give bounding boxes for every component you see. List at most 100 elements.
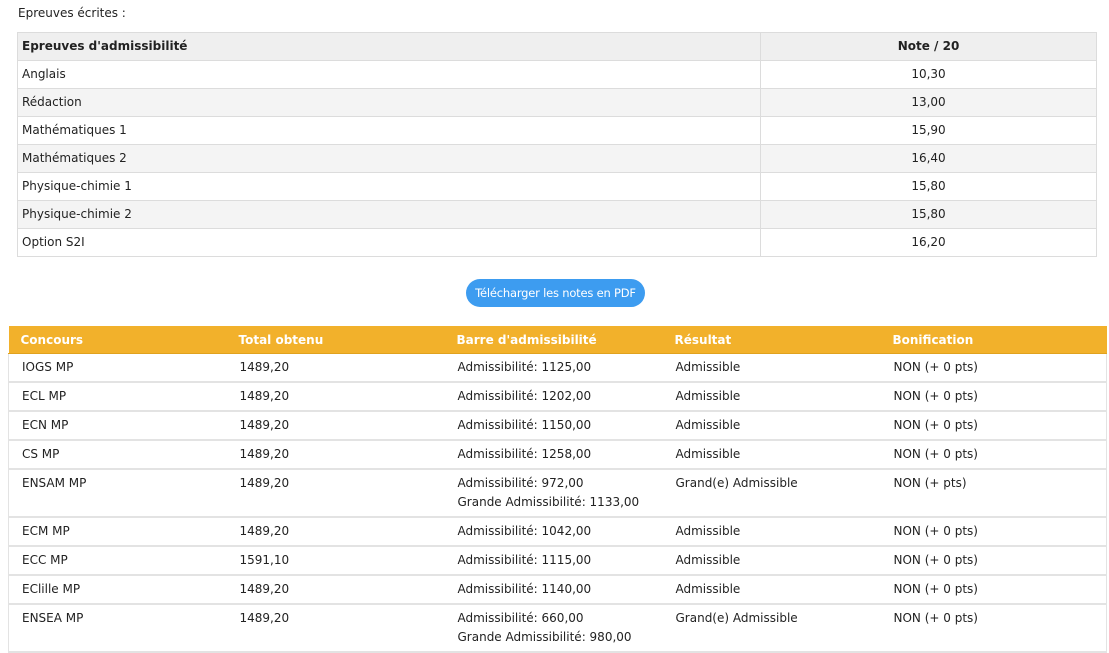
- results-row: ENSAM MP 1489,20 Admissibilité: 972,00 Gran…: [8, 469, 1107, 518]
- results-barre-text: Admissibilité: 1150,00: [457, 418, 592, 432]
- results-bonification: NON (+ 0 pts): [880, 440, 1107, 470]
- results-header-concours: Concours: [8, 326, 227, 354]
- results-header-row: Concours Total obtenu Barre d'admissibil…: [8, 326, 1107, 354]
- grade-row: Rédaction 13,00: [17, 88, 1097, 117]
- grade-value: 15,90: [760, 116, 1097, 145]
- results-total-text: 1489,20: [239, 360, 290, 374]
- results-bonification-text: NON (+ 0 pts): [893, 582, 978, 596]
- grade-subject: Rédaction: [17, 88, 761, 117]
- results-barre-text: Admissibilité: 1258,00: [457, 447, 592, 461]
- results-bonification-text: NON (+ 0 pts): [893, 389, 978, 403]
- grades-header-subject: Epreuves d'admissibilité: [17, 32, 761, 61]
- results-total-text: 1489,20: [239, 524, 290, 538]
- results-row: IOGS MP 1489,20 Admissibilité: 1125,00 Admi…: [8, 353, 1107, 383]
- results-concours: ECN MP: [8, 411, 227, 441]
- results-resultat-text: Admissible: [675, 418, 741, 432]
- results-total: 1591,10: [226, 546, 445, 576]
- results-resultat: Admissible: [662, 546, 881, 576]
- results-bonification: NON (+ 0 pts): [880, 575, 1107, 605]
- grades-header-grade: Note / 20: [760, 32, 1097, 61]
- results-resultat: Admissible: [662, 353, 881, 383]
- results-resultat-text: Admissible: [675, 389, 741, 403]
- results-resultat: Admissible: [662, 382, 881, 412]
- results-concours-text: ECM MP: [22, 524, 70, 538]
- results-row: ENSEA MP 1489,20 Admissibilité: 660,00 Gran…: [8, 604, 1107, 653]
- results-row: ECM MP 1489,20 Admissibilité: 1042,00 Admis…: [8, 517, 1107, 547]
- results-concours: EClille MP: [8, 575, 227, 605]
- results-bonification: NON (+ pts): [880, 469, 1107, 518]
- results-resultat-text: Admissible: [675, 553, 741, 567]
- results-total-text: 1489,20: [239, 389, 290, 403]
- grade-subject: Anglais: [17, 60, 761, 89]
- results-row: CS MP 1489,20 Admissibilité: 1258,00 Admiss…: [8, 440, 1107, 470]
- results-header-bonification: Bonification: [880, 326, 1107, 354]
- results-concours: ECM MP: [8, 517, 227, 547]
- results-row: ECN MP 1489,20 Admissibilité: 1150,00 Admis…: [8, 411, 1107, 441]
- results-total: 1489,20: [226, 382, 445, 412]
- results-resultat-text: Admissible: [675, 524, 741, 538]
- results-concours: ECL MP: [8, 382, 227, 412]
- results-barre-text: Admissibilité: 1042,00: [457, 524, 592, 538]
- results-barre-text: Admissibilité: 1125,00: [457, 360, 592, 374]
- grade-value: 15,80: [760, 200, 1097, 229]
- grade-value: 15,80: [760, 172, 1097, 201]
- results-resultat: Admissible: [662, 575, 881, 605]
- results-bonification-text: NON (+ 0 pts): [893, 418, 978, 432]
- results-barre-text: Admissibilité: 660,00: [457, 611, 584, 625]
- results-bonification: NON (+ 0 pts): [880, 517, 1107, 547]
- grade-row: Mathématiques 1 15,90: [17, 116, 1097, 145]
- results-resultat-text: Grand(e) Admissible: [675, 476, 798, 490]
- download-pdf-button[interactable]: Télécharger les notes en PDF: [466, 279, 645, 307]
- results-resultat: Admissible: [662, 411, 881, 441]
- results-row: ECL MP 1489,20 Admissibilité: 1202,00 Admis…: [8, 382, 1107, 412]
- results-total: 1489,20: [226, 517, 445, 547]
- results-total-text: 1489,20: [239, 447, 290, 461]
- results-total: 1489,20: [226, 575, 445, 605]
- results-total: 1489,20: [226, 440, 445, 470]
- results-row: EClille MP 1489,20 Admissibilité: 1140,00 A…: [8, 575, 1107, 605]
- grade-subject: Physique-chimie 1: [17, 172, 761, 201]
- results-concours: ENSEA MP: [8, 604, 227, 653]
- grade-subject: Physique-chimie 2: [17, 200, 761, 229]
- results-total: 1489,20: [226, 353, 445, 383]
- results-barre: Admissibilité: 660,00 Grande Admissibilit…: [444, 604, 663, 653]
- results-bonification: NON (+ 0 pts): [880, 411, 1107, 441]
- results-total-text: 1489,20: [239, 476, 290, 490]
- grade-value: 10,30: [760, 60, 1097, 89]
- results-bonification-text: NON (+ 0 pts): [893, 360, 978, 374]
- results-resultat-text: Admissible: [675, 447, 741, 461]
- results-concours-text: IOGS MP: [22, 360, 74, 374]
- results-header-barre: Barre d'admissibilité: [444, 326, 663, 354]
- results-barre: Admissibilité: 1202,00: [444, 382, 663, 412]
- results-header-total: Total obtenu: [226, 326, 445, 354]
- results-header-resultat: Résultat: [662, 326, 881, 354]
- results-barre: Admissibilité: 1125,00: [444, 353, 663, 383]
- results-resultat: Grand(e) Admissible: [662, 469, 881, 518]
- results-resultat: Admissible: [662, 440, 881, 470]
- results-total-text: 1591,10: [239, 553, 290, 567]
- results-concours-text: CS MP: [22, 447, 60, 461]
- results-total-text: 1489,20: [239, 611, 290, 625]
- results-bonification: NON (+ 0 pts): [880, 546, 1107, 576]
- results-bonification-text: NON (+ 0 pts): [893, 611, 978, 625]
- results-bonification: NON (+ 0 pts): [880, 382, 1107, 412]
- grade-subject: Mathématiques 1: [17, 116, 761, 145]
- results-barre: Admissibilité: 1258,00: [444, 440, 663, 470]
- grade-row: Option S2I 16,20: [17, 228, 1097, 257]
- results-concours-text: ECN MP: [22, 418, 69, 432]
- results-bonification-text: NON (+ pts): [893, 476, 967, 490]
- results-bonification-text: NON (+ 0 pts): [893, 524, 978, 538]
- results-row: ECC MP 1591,10 Admissibilité: 1115,00 Admis…: [8, 546, 1107, 576]
- results-barre: Admissibilité: 1140,00: [444, 575, 663, 605]
- results-barre: Admissibilité: 1150,00: [444, 411, 663, 441]
- results-concours: ENSAM MP: [8, 469, 227, 518]
- results-barre: Admissibilité: 1042,00: [444, 517, 663, 547]
- results-resultat-text: Admissible: [675, 582, 741, 596]
- results-barre-text: Admissibilité: 972,00: [457, 476, 584, 490]
- grade-subject: Mathématiques 2: [17, 144, 761, 173]
- results-resultat-text: Admissible: [675, 360, 741, 374]
- grade-subject: Option S2I: [17, 228, 761, 257]
- results-resultat-text: Grand(e) Admissible: [675, 611, 798, 625]
- results-resultat: Grand(e) Admissible: [662, 604, 881, 653]
- results-grande-barre-text: Grande Admissibilité: 1133,00: [457, 495, 640, 509]
